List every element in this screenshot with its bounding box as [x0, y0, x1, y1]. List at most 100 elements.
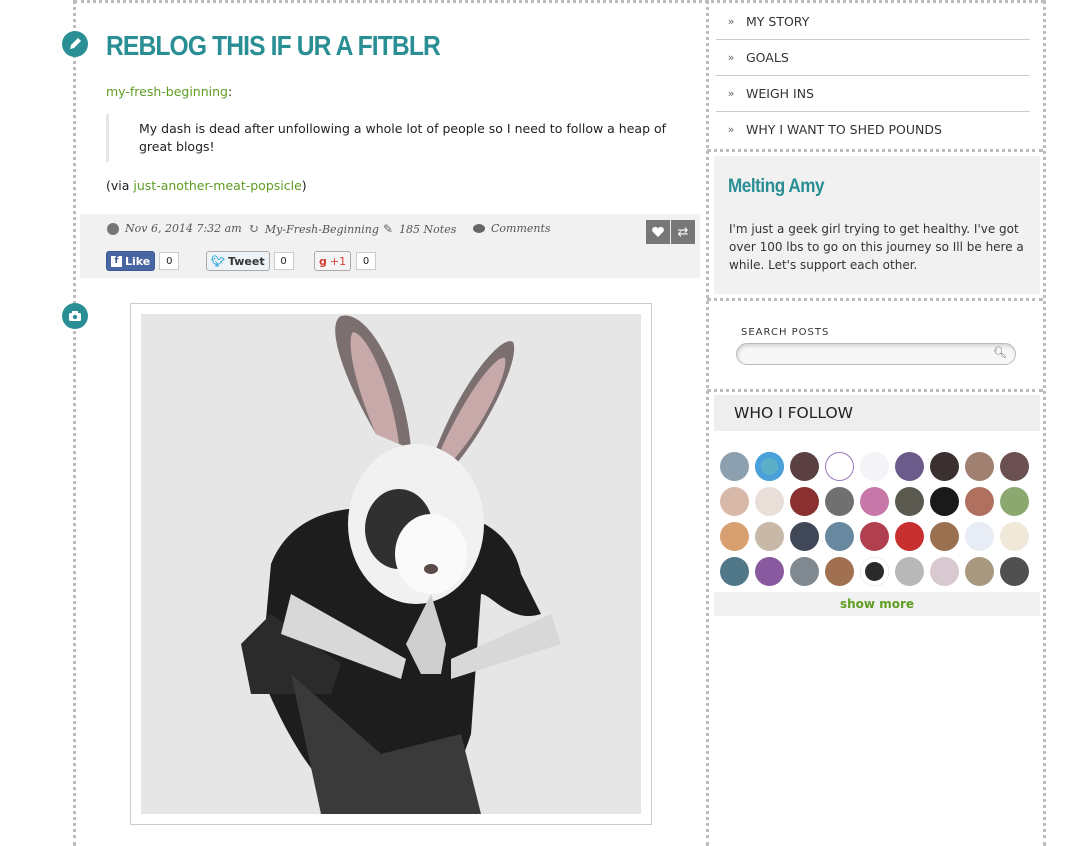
avatar[interactable] [825, 557, 854, 586]
avatar[interactable] [825, 452, 854, 481]
nav-my-story[interactable]: » MY STORY [716, 4, 1030, 40]
via-suffix: ) [301, 178, 307, 193]
show-more-link[interactable]: show more [714, 592, 1040, 616]
avatar[interactable] [895, 557, 924, 586]
heart-icon [652, 226, 664, 237]
nav-why-shed-pounds[interactable]: » WHY I WANT TO SHED POUNDS [716, 112, 1030, 147]
nav-label: GOALS [746, 50, 789, 65]
nav-label: WHY I WANT TO SHED POUNDS [746, 122, 942, 137]
chevron-right-icon: » [727, 51, 735, 64]
like-label: Like [125, 254, 151, 268]
post-source: my-fresh-beginning: [106, 84, 232, 99]
right-border [1043, 0, 1046, 846]
comment-icon [473, 224, 485, 233]
source-colon: : [227, 84, 233, 99]
avatar[interactable] [1000, 487, 1029, 516]
notes-count: 185 Notes [399, 222, 457, 236]
pencil-small-icon: ✎ [383, 222, 394, 236]
nav-label: MY STORY [746, 14, 810, 29]
source-user-link[interactable]: my-fresh-beginning [106, 84, 228, 99]
sidebar-divider [707, 298, 1043, 301]
avatar[interactable] [1000, 522, 1029, 551]
nav-label: WEIGH INS [746, 86, 814, 101]
sidebar-divider [707, 389, 1043, 392]
facebook-like-button[interactable]: f Like [106, 251, 156, 271]
avatar[interactable] [860, 522, 889, 551]
avatar[interactable] [965, 487, 994, 516]
via-line: (via just-another-meat-popsicle) [106, 178, 307, 193]
via-user-link[interactable]: just-another-meat-popsicle [133, 178, 301, 193]
avatar[interactable] [895, 487, 924, 516]
quote-text: My dash is dead after unfollowing a whol… [106, 114, 699, 162]
comments-link[interactable]: Comments [473, 222, 551, 235]
avatar[interactable] [790, 522, 819, 551]
tweet-button[interactable]: 🐦︎ Tweet [206, 251, 270, 271]
avatar[interactable] [720, 452, 749, 481]
clock-icon [107, 222, 119, 235]
reblogged-from-text: My-Fresh-Beginning [264, 223, 379, 236]
search-label: SEARCH POSTS [741, 327, 830, 338]
rabbit-yoga-photo[interactable] [141, 314, 641, 814]
sidebar-nav: » MY STORY » GOALS » WEIGH INS » WHY I WANT … [716, 4, 1030, 147]
post-meta-bar: Nov 6, 2014 7:32 am ↻ My-Fresh-Beginning… [80, 214, 700, 278]
like-heart-button[interactable] [646, 220, 670, 244]
notes-link[interactable]: ✎ 185 Notes [383, 222, 456, 236]
tweet-count: 0 [273, 252, 294, 270]
avatar[interactable] [720, 557, 749, 586]
avatar[interactable] [1000, 557, 1029, 586]
gplus-label: +1 [329, 254, 347, 268]
chevron-right-icon: » [727, 15, 735, 28]
avatar[interactable] [965, 522, 994, 551]
google-plus: g +1 0 [314, 251, 377, 271]
avatar[interactable] [860, 452, 889, 481]
reblogged-from[interactable]: ↻ My-Fresh-Beginning [248, 222, 379, 237]
avatar[interactable] [860, 557, 889, 586]
reblog-icon: ⇄ [677, 224, 689, 240]
nav-goals[interactable]: » GOALS [716, 40, 1030, 76]
avatar[interactable] [895, 522, 924, 551]
blog-description: I'm just a geek girl trying to get healt… [729, 222, 1024, 272]
avatar[interactable] [790, 452, 819, 481]
blog-title: Melting Amy [728, 176, 825, 197]
avatar[interactable] [930, 522, 959, 551]
avatar[interactable] [825, 522, 854, 551]
left-border [73, 0, 76, 846]
twitter-tweet: 🐦︎ Tweet 0 [206, 251, 294, 271]
avatar[interactable] [755, 452, 784, 481]
nav-weigh-ins[interactable]: » WEIGH INS [716, 76, 1030, 112]
avatar[interactable] [1000, 452, 1029, 481]
facebook-like: f Like 0 [106, 251, 180, 271]
avatar[interactable] [790, 557, 819, 586]
post-title[interactable]: REBLOG THIS IF UR A FITBLR [106, 30, 441, 62]
avatar[interactable] [755, 522, 784, 551]
search-icon[interactable]: 🔍︎ [993, 346, 1007, 359]
avatar[interactable] [930, 452, 959, 481]
facebook-icon: f [111, 255, 122, 267]
avatar[interactable] [965, 452, 994, 481]
avatar[interactable] [965, 557, 994, 586]
comments-text: Comments [491, 222, 551, 235]
post-date[interactable]: Nov 6, 2014 7:32 am [107, 222, 242, 235]
avatar[interactable] [755, 557, 784, 586]
avatar[interactable] [720, 487, 749, 516]
chevron-right-icon: » [727, 123, 735, 136]
avatar[interactable] [720, 522, 749, 551]
avatar[interactable] [790, 487, 819, 516]
avatar[interactable] [825, 487, 854, 516]
avatar[interactable] [860, 487, 889, 516]
gplus-button[interactable]: g +1 [314, 251, 352, 271]
avatar[interactable] [895, 452, 924, 481]
avatar[interactable] [755, 487, 784, 516]
search-input[interactable]: 🔍︎ [736, 343, 1016, 365]
post-date-text: Nov 6, 2014 7:32 am [125, 222, 242, 235]
who-i-follow-header: WHO I FOLLOW [714, 395, 1040, 431]
avatar[interactable] [930, 487, 959, 516]
reblog-button[interactable]: ⇄ [671, 220, 695, 244]
top-border [74, 0, 1044, 3]
pencil-icon [62, 31, 88, 57]
photo-frame [130, 303, 652, 825]
reblog-small-icon: ↻ [248, 222, 259, 237]
column-divider [706, 0, 709, 846]
avatar[interactable] [930, 557, 959, 586]
chevron-right-icon: » [727, 87, 735, 100]
